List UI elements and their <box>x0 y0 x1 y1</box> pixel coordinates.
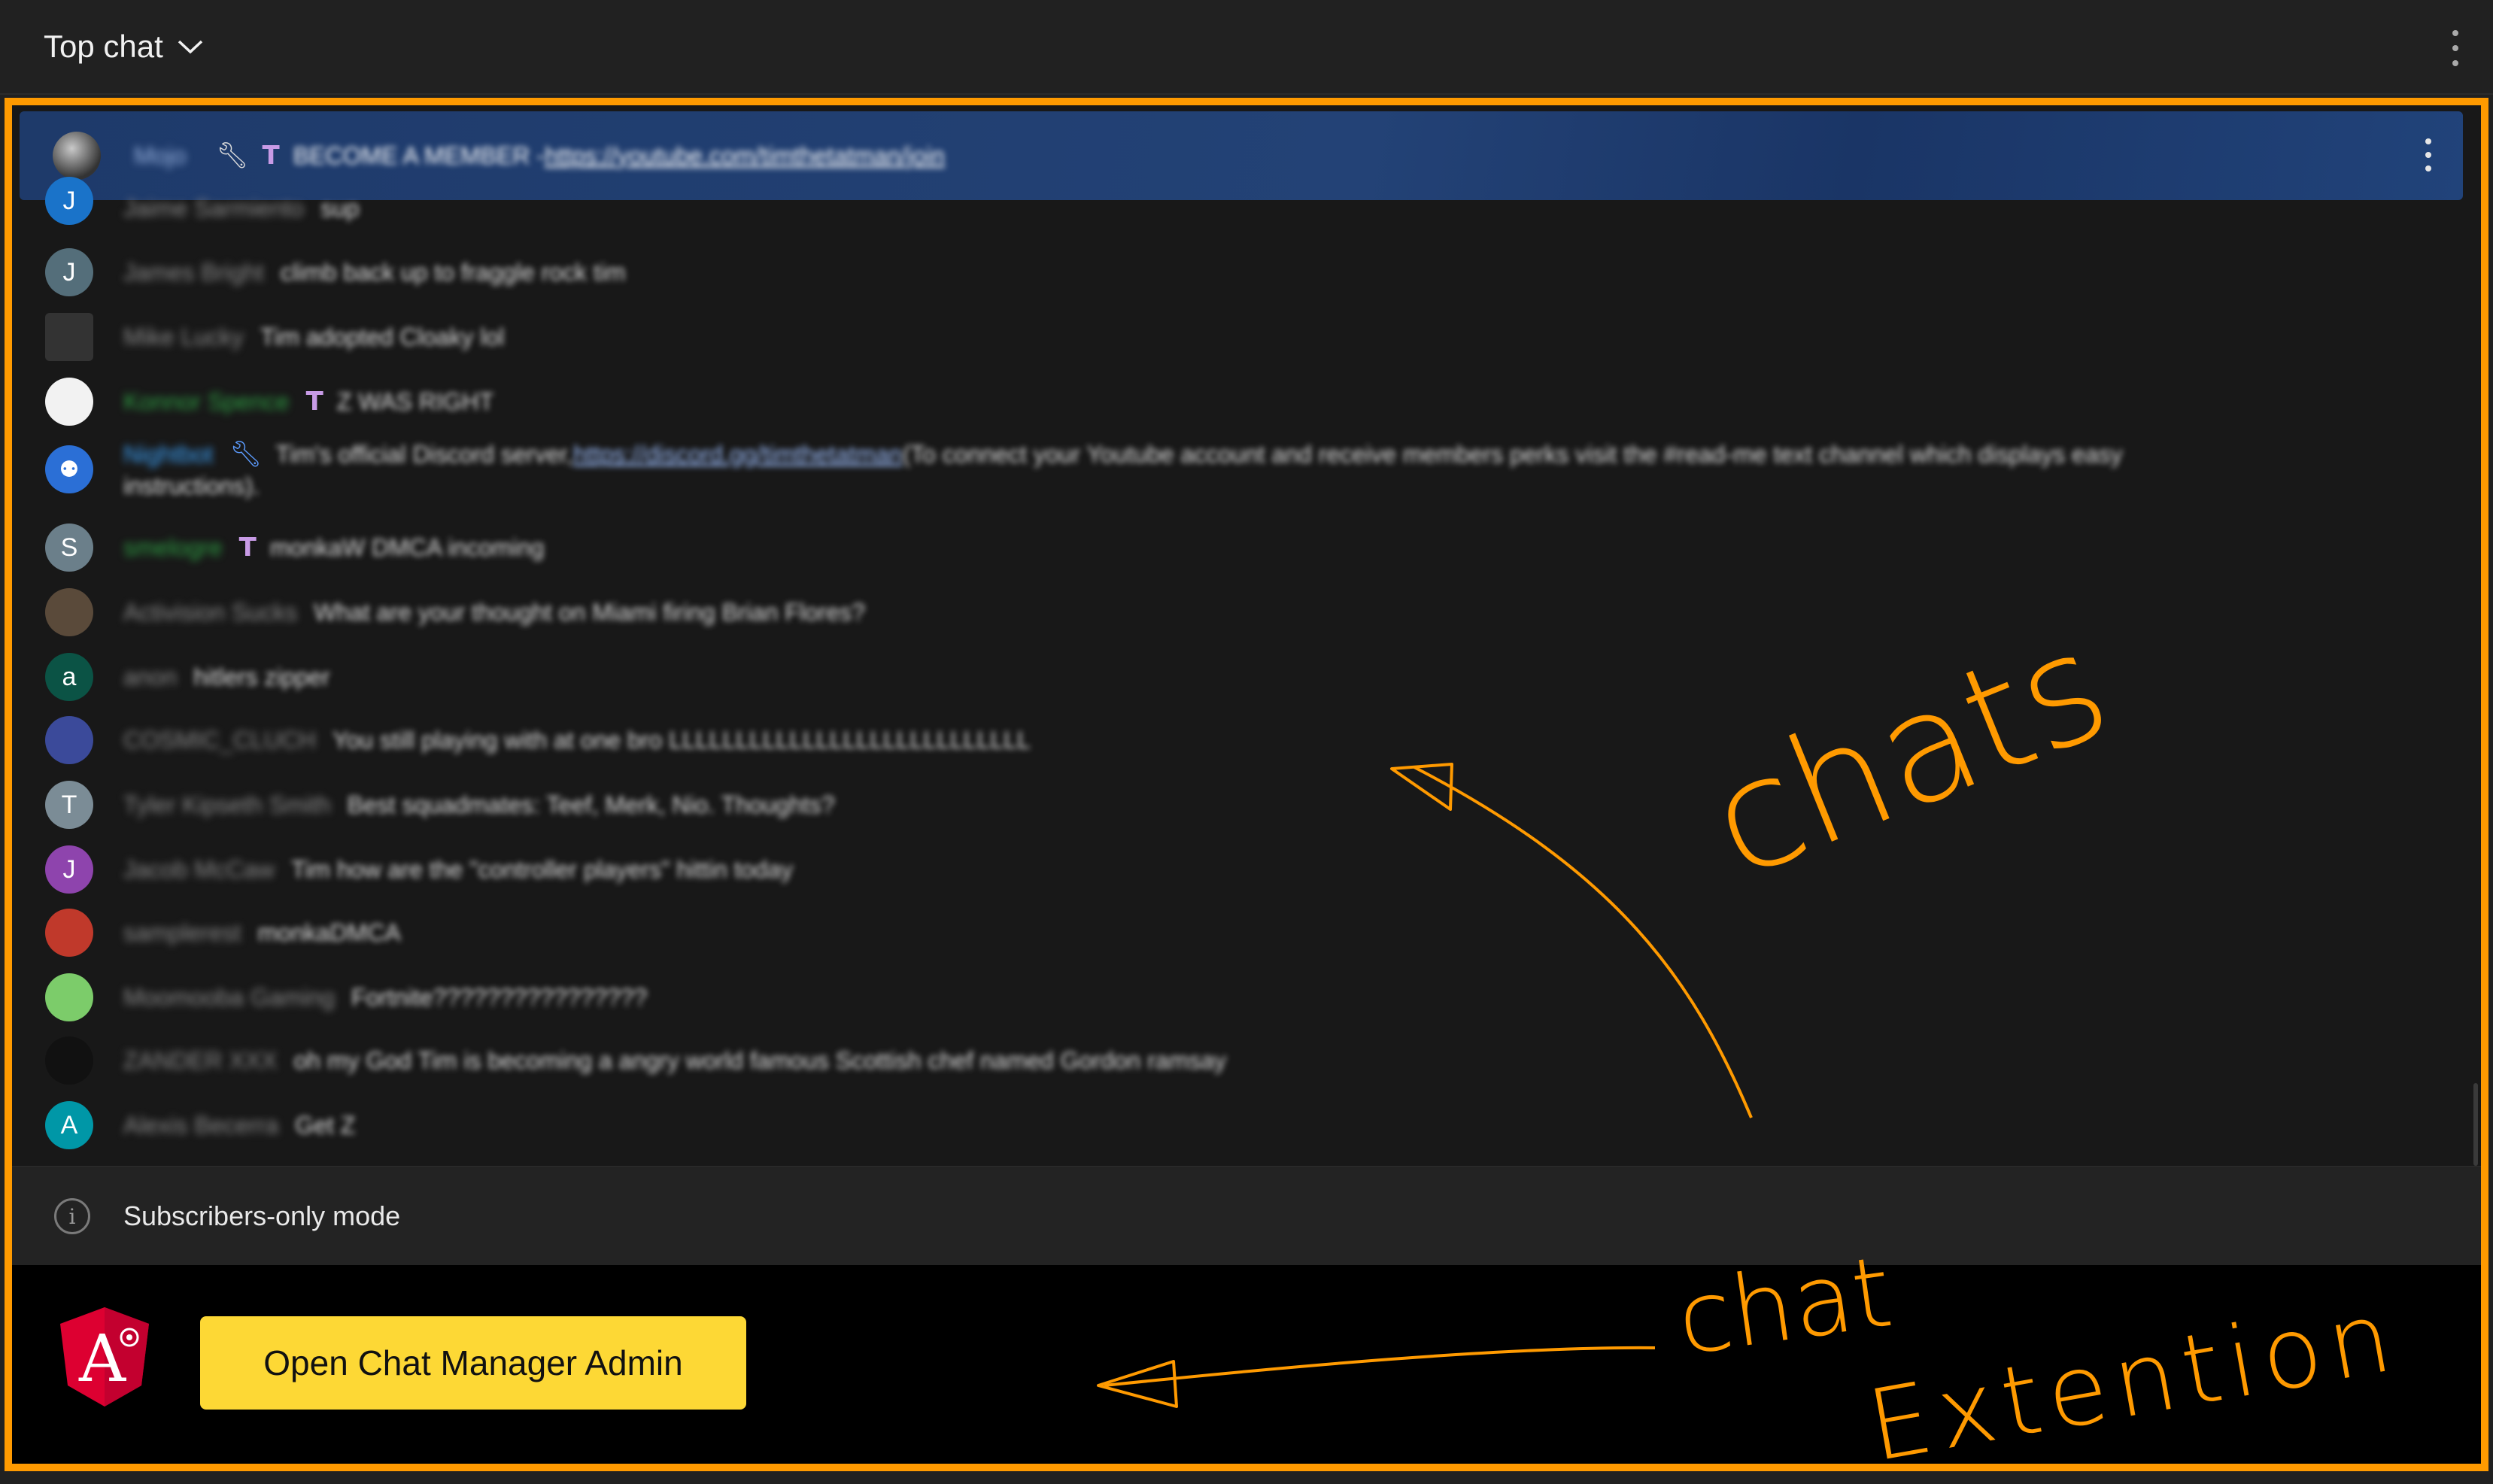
chat-message[interactable]: a anon hitlers zipper <box>12 648 2479 706</box>
chat-author[interactable]: James Bright <box>123 259 264 287</box>
chat-message[interactable]: ZANDER XXX oh my God Tim is becoming a a… <box>12 1032 2479 1089</box>
more-vert-icon[interactable] <box>2422 138 2434 171</box>
chat-message-text: Tim how are the "controller players" hit… <box>290 855 794 883</box>
chat-author[interactable]: Mike Lucky <box>123 323 244 351</box>
chat-message[interactable]: samplerest monkaDMCA <box>12 904 2479 961</box>
chat-author[interactable]: Nightbot <box>123 441 213 469</box>
chat-author[interactable]: Jacob McCaw <box>123 856 275 884</box>
avatar[interactable]: S <box>45 523 93 572</box>
chat-author[interactable]: COSMIC_CLUCH <box>123 727 316 754</box>
top-chat-dropdown[interactable]: Top chat <box>44 29 204 65</box>
chat-author[interactable]: Moomooba Gaming <box>123 984 335 1012</box>
info-icon[interactable]: i <box>54 1198 90 1234</box>
chat-highlight-frame: Mojo 🔧︎ 𝗧 BECOME A MEMBER - https://yout… <box>5 98 2488 1471</box>
subscribers-only-label: Subscribers-only mode <box>123 1200 401 1231</box>
member-badge-icon: 𝗧 <box>262 141 280 170</box>
chat-author[interactable]: Activision Sucks <box>123 599 297 627</box>
avatar[interactable]: a <box>45 653 93 701</box>
pinned-message-link[interactable]: https://youtube.com/timthetatman/join <box>545 142 945 170</box>
chat-message-text: What are your thought on Miami firing Br… <box>314 598 865 626</box>
discord-icon: ⚉ <box>59 457 80 482</box>
avatar[interactable] <box>45 313 93 361</box>
pinned-message-text: BECOME A MEMBER - <box>293 141 545 169</box>
chat-message-text: Tim adopted Cloaky lol <box>260 323 505 351</box>
chat-message-text: climb back up to fraggle rock tim <box>280 258 626 286</box>
chat-message[interactable]: A Alexis Becerra Get Z <box>12 1097 2479 1154</box>
chat-message[interactable]: J James Bright climb back up to fraggle … <box>12 244 2479 301</box>
chat-message-text: You still playing with at one bro LLLLLL… <box>333 726 1031 754</box>
chat-message-link[interactable]: https://discord.gg/timthetatman <box>573 441 903 469</box>
chat-message[interactable]: T Tyler Kipseth Smith Best squadmates: T… <box>12 776 2479 833</box>
chat-message[interactable]: Moomooba Gaming Fortnite???????????????? <box>12 969 2479 1026</box>
chat-message[interactable]: COSMIC_CLUCH You still playing with at o… <box>12 712 2479 769</box>
chat-message-list[interactable]: Mojo 🔧︎ 𝗧 BECOME A MEMBER - https://yout… <box>12 105 2481 1166</box>
chat-message-text: Best squadmates: Teef, Merk, Nio. Though… <box>347 791 835 818</box>
chat-extension-panel: A Open Chat Manager Admin <box>12 1265 2481 1464</box>
chat-author[interactable]: smelogre <box>123 534 223 562</box>
wrench-icon: 🔧︎ <box>216 141 249 170</box>
chat-scrollbar[interactable] <box>2473 1083 2478 1166</box>
chat-message-text: sup <box>320 194 360 222</box>
pinned-message[interactable]: Mojo 🔧︎ 𝗧 BECOME A MEMBER - https://yout… <box>20 111 2463 200</box>
avatar[interactable]: J <box>45 177 93 225</box>
chat-message[interactable]: Activision Sucks What are your thought o… <box>12 584 2479 641</box>
chat-message-text: Z WAS RIGHT <box>336 387 494 415</box>
more-vert-icon[interactable] <box>2448 30 2463 66</box>
avatar[interactable]: J <box>45 845 93 894</box>
svg-text:A: A <box>78 1322 126 1397</box>
open-chat-manager-admin-button[interactable]: Open Chat Manager Admin <box>200 1316 746 1410</box>
avatar[interactable] <box>45 973 93 1021</box>
chat-message[interactable]: Mike Lucky Tim adopted Cloaky lol <box>12 308 2479 366</box>
chat-message[interactable]: J Jacob McCaw Tim how are the "controlle… <box>12 841 2479 898</box>
chat-author[interactable]: Jaime Sarmiento <box>123 195 304 223</box>
chevron-down-icon <box>178 40 202 54</box>
avatar[interactable] <box>45 378 93 426</box>
avatar[interactable]: J <box>45 248 93 296</box>
avatar[interactable]: A <box>45 1101 93 1149</box>
chat-message-text: Get Z <box>295 1111 356 1139</box>
avatar[interactable] <box>45 1036 93 1085</box>
avatar[interactable] <box>45 716 93 764</box>
wrench-icon: 🔧︎ <box>229 440 263 469</box>
chat-message[interactable]: Konnor Spence 𝗧 Z WAS RIGHT <box>12 373 2479 430</box>
chat-author[interactable]: Konnor Spence <box>123 388 290 416</box>
chat-message-text: monkaW DMCA incoming <box>269 533 545 561</box>
avatar[interactable]: ⚉ <box>45 445 93 493</box>
member-badge-icon: 𝗧 <box>238 533 257 562</box>
chat-author[interactable]: Tyler Kipseth Smith <box>123 791 331 819</box>
avatar[interactable] <box>45 588 93 636</box>
chat-message[interactable]: ⚉ Nightbot 🔧︎ Tim's official Discord ser… <box>12 436 2479 511</box>
chat-message-text: (To connect your Youtube account and rec… <box>902 440 2123 468</box>
chat-message-text: Fortnite???????????????? <box>351 983 648 1011</box>
subscribers-only-banner: i Subscribers-only mode <box>12 1166 2481 1266</box>
chat-message-text: monkaDMCA <box>257 918 401 946</box>
chat-author[interactable]: samplerest <box>123 919 241 947</box>
avatar[interactable] <box>45 909 93 957</box>
chat-header: Top chat <box>0 0 2493 95</box>
chat-message[interactable]: J Jaime Sarmiento sup <box>12 177 2479 227</box>
chat-message-text: oh my God Tim is becoming a angry world … <box>293 1046 1227 1074</box>
avatar[interactable]: T <box>45 781 93 829</box>
angular-logo-icon: A <box>60 1307 149 1407</box>
member-badge-icon: 𝗧 <box>305 387 323 416</box>
chat-author[interactable]: anon <box>123 663 177 691</box>
pinned-author[interactable]: Mojo <box>134 142 186 170</box>
chat-message-text: hitlers zipper <box>193 663 330 690</box>
chat-message-text: Tim's official Discord server, <box>275 440 573 468</box>
chat-author[interactable]: ZANDER XXX <box>123 1047 277 1075</box>
top-chat-label: Top chat <box>44 29 163 64</box>
chat-message[interactable]: S smelogre 𝗧 monkaW DMCA incoming <box>12 519 2479 576</box>
chat-message-text: instructions). <box>123 472 260 499</box>
chat-author[interactable]: Alexis Becerra <box>123 1112 278 1140</box>
avatar[interactable] <box>53 132 101 180</box>
